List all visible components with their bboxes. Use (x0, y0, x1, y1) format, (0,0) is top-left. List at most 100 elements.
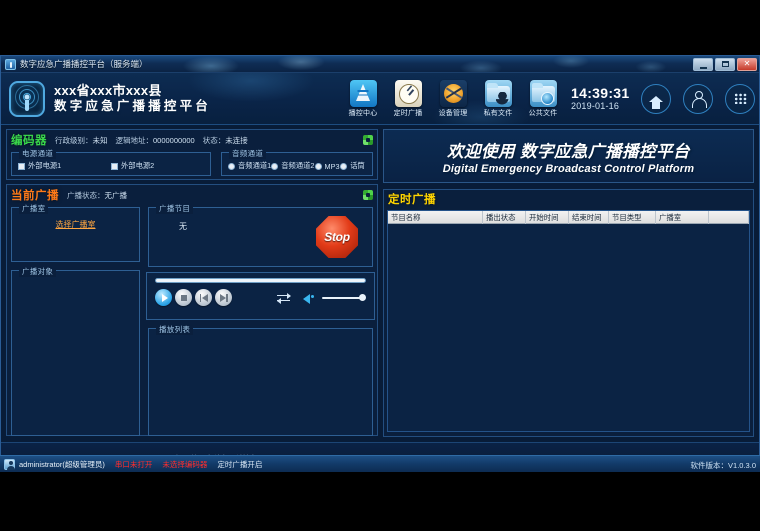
audio-channel-1[interactable]: 音频通道1 (228, 161, 271, 171)
power-channel-2[interactable]: 外部电源2 (111, 161, 204, 171)
previous-button[interactable] (195, 289, 212, 306)
seek-slider[interactable] (155, 278, 366, 283)
toolbar-item-device-management[interactable]: 设备管理 (435, 80, 471, 118)
volume-slider[interactable] (322, 293, 366, 303)
radio-icon[interactable] (340, 163, 347, 170)
audio-channel-group: 音频通道 音频通道1 音频通道2 (221, 152, 373, 176)
column-start-time[interactable]: 开始时间 (526, 211, 569, 224)
brand-region-title: xxx省xxx市xxx县 (54, 84, 211, 99)
main-toolbar: 播控中心 定时广播 设备管理 私有文件 公共文件 (345, 80, 561, 118)
user-icon (691, 91, 705, 106)
player-controls (155, 289, 366, 306)
column-program-name[interactable]: 节目名称 (388, 211, 483, 224)
taskbar-schedule-status[interactable]: 定时广播开启 (217, 459, 262, 470)
header-actions (641, 84, 755, 114)
broadcast-room-group-label: 广播室 (19, 203, 48, 214)
toolbar-label-device-management: 设备管理 (435, 108, 471, 118)
playlist-group[interactable]: 播放列表 (148, 328, 373, 436)
audio-channel-1-label: 音频通道1 (238, 161, 271, 171)
radio-icon[interactable] (315, 163, 322, 170)
play-icon (162, 294, 168, 302)
screen: 数字应急广播播控平台（服务端） ✕ xxx省xxx市xxx县 数字应急广播播控平… (0, 0, 760, 531)
broadcast-target-group[interactable]: 广播对象 (11, 270, 140, 436)
select-broadcast-room-link[interactable]: 选择广播室 (56, 219, 96, 230)
radio-icon[interactable] (271, 163, 278, 170)
minimize-button[interactable] (693, 58, 713, 71)
taskbar-right: 软件版本：V1.0.3.0 (691, 455, 756, 473)
toolbar-label-public-files: 公共文件 (525, 108, 561, 118)
software-version: 软件版本：V1.0.3.0 (691, 461, 756, 470)
brand-platform-title: 数字应急广播播控平台 (54, 99, 211, 113)
welcome-title-en: Digital Emergency Broadcast Control Plat… (443, 163, 694, 175)
checkbox-icon[interactable] (111, 163, 118, 170)
shuffle-icon[interactable] (277, 293, 291, 303)
encoder-logic-address-value: 0000000000 (153, 136, 195, 145)
column-program-type[interactable]: 节目类型 (609, 211, 656, 224)
encoder-admin-level-value: 未知 (93, 136, 108, 145)
scheduled-broadcast-panel: 定时广播 节目名称 播出状态 开始时间 结束时间 节目类型 广播室 (383, 189, 754, 437)
stop-broadcast-button[interactable]: Stop (316, 216, 358, 258)
stop-button-label: Stop (324, 230, 349, 244)
broadcast-room-group: 广播室 选择广播室 (11, 207, 140, 262)
column-play-status[interactable]: 播出状态 (483, 211, 526, 224)
toolbar-label-private-files: 私有文件 (480, 108, 516, 118)
column-extra[interactable] (709, 211, 749, 224)
desktop-background (0, 472, 760, 531)
close-icon: ✕ (744, 60, 751, 68)
current-broadcast-title: 当前广播 (11, 187, 59, 203)
toolbar-item-broadcast-center[interactable]: 播控中心 (345, 80, 381, 118)
encoder-status-value: 未连接 (225, 136, 248, 145)
home-button[interactable] (641, 84, 671, 114)
power-channel-1[interactable]: 外部电源1 (18, 161, 111, 171)
table-body[interactable] (388, 224, 749, 431)
title-bar[interactable]: 数字应急广播播控平台（服务端） ✕ (1, 56, 759, 73)
current-broadcast-header: 当前广播 广播状态：无广播 (7, 185, 377, 204)
audio-channel-2-label: 音频通道2 (281, 161, 314, 171)
media-player (146, 272, 375, 320)
window-title: 数字应急广播播控平台（服务端） (20, 58, 148, 70)
maximize-button[interactable] (715, 58, 735, 71)
column-broadcast-room[interactable]: 广播室 (656, 211, 709, 224)
private-folder-icon (485, 80, 512, 107)
encoder-logic-address: 逻辑地址：0000000000 (116, 135, 195, 146)
next-button[interactable] (215, 289, 232, 306)
app-icon (5, 59, 16, 70)
app-body: 编码器 行政级别：未知 逻辑地址：0000000000 状态：未连接 (1, 125, 759, 442)
encoder-panel: 编码器 行政级别：未知 逻辑地址：0000000000 状态：未连接 (6, 129, 378, 180)
audio-channel-mic[interactable]: 话筒 (340, 161, 366, 171)
toolbar-item-scheduled-broadcast[interactable]: 定时广播 (390, 80, 426, 118)
encoder-status-label: 状态： (203, 136, 226, 145)
broadcast-logo-icon (9, 81, 45, 117)
column-end-time[interactable]: 结束时间 (569, 211, 609, 224)
audio-channel-2[interactable]: 音频通道2 (271, 161, 314, 171)
toolbar-item-private-files[interactable]: 私有文件 (480, 80, 516, 118)
application-window: 数字应急广播播控平台（服务端） ✕ xxx省xxx市xxx县 数字应急广播播控平… (0, 55, 760, 475)
checkbox-icon[interactable] (18, 163, 25, 170)
previous-icon (200, 294, 208, 302)
power-channel-1-label: 外部电源1 (28, 161, 61, 171)
radio-icon[interactable] (228, 163, 235, 170)
toolbar-item-public-files[interactable]: 公共文件 (525, 80, 561, 118)
power-channel-group: 电源通道 外部电源1 外部电源2 (11, 152, 211, 176)
user-button[interactable] (683, 84, 713, 114)
table-header-row: 节目名称 播出状态 开始时间 结束时间 节目类型 广播室 (388, 211, 749, 224)
close-button[interactable]: ✕ (737, 58, 757, 71)
broadcast-program-group: 广播节目 无 Stop (148, 207, 373, 267)
encoder-refresh-icon[interactable] (363, 135, 373, 145)
power-channel-group-label: 电源通道 (19, 148, 56, 159)
audio-channel-mp3[interactable]: MP3 (315, 162, 341, 171)
scheduled-broadcast-title: 定时广播 (388, 191, 436, 207)
toolbar-label-broadcast-center: 播控中心 (345, 108, 381, 118)
apps-button[interactable] (725, 84, 755, 114)
taskbar-serial-status[interactable]: 串口未打开 (115, 459, 153, 470)
current-broadcast-refresh-icon[interactable] (363, 190, 373, 200)
play-button[interactable] (155, 289, 172, 306)
taskbar-encoder-status[interactable]: 未选择编码器 (162, 459, 207, 470)
scheduled-broadcast-table: 节目名称 播出状态 开始时间 结束时间 节目类型 广播室 (387, 210, 750, 432)
broadcast-status-label: 广播状态： (67, 191, 105, 200)
playlist-group-label: 播放列表 (156, 324, 193, 335)
clock-icon (395, 80, 422, 107)
stop-button[interactable] (175, 289, 192, 306)
brand: xxx省xxx市xxx县 数字应急广播播控平台 (1, 81, 211, 117)
volume-icon[interactable] (303, 292, 316, 303)
